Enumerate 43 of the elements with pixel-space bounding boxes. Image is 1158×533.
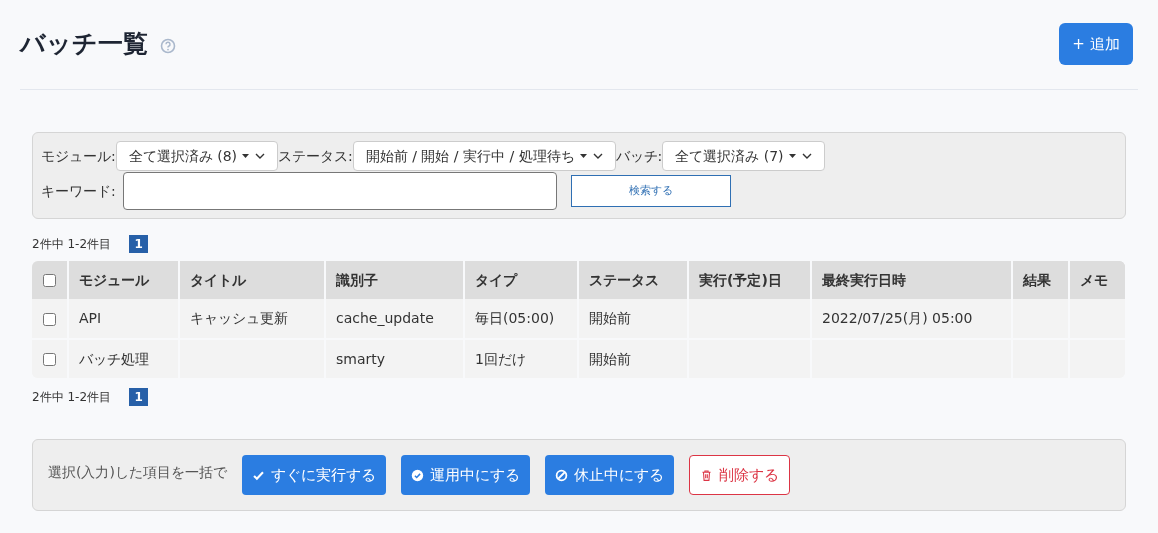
caret-icon bbox=[787, 151, 812, 161]
table-cell: smarty bbox=[325, 339, 464, 378]
module-label: モジュール: bbox=[41, 146, 116, 166]
checkbox[interactable] bbox=[43, 312, 56, 326]
column-header: 識別子 bbox=[325, 261, 464, 299]
result-count: 2件中 1-2件目 bbox=[32, 389, 112, 406]
prohibit-icon bbox=[554, 468, 568, 482]
keyword-label: キーワード: bbox=[41, 181, 116, 201]
trash-icon bbox=[699, 468, 713, 482]
status-label: ステータス: bbox=[278, 146, 353, 166]
table-cell: 開始前 bbox=[578, 339, 688, 378]
column-header: タイプ bbox=[464, 261, 578, 299]
table-cell: バッチ処理 bbox=[68, 339, 179, 378]
check-circle-icon bbox=[410, 468, 424, 482]
table-cell: 1回だけ bbox=[464, 339, 578, 378]
result-count: 2件中 1-2件目 bbox=[32, 236, 112, 253]
caret-icon bbox=[241, 151, 265, 161]
batch-dropdown[interactable]: 全て選択済み (7) bbox=[662, 141, 825, 171]
column-header: メモ bbox=[1069, 261, 1125, 299]
bulk-action-label: 選択(入力)した項目を一括で bbox=[48, 463, 227, 482]
module-dropdown[interactable]: 全て選択済み (8) bbox=[115, 141, 278, 171]
run-now-button[interactable]: すぐに実行する bbox=[241, 455, 386, 495]
batch-label: バッチ: bbox=[615, 146, 663, 166]
page-title: バッチ一覧 bbox=[20, 28, 148, 60]
add-button[interactable]: + 追加 bbox=[1059, 23, 1133, 65]
delete-button[interactable]: 削除する bbox=[688, 455, 790, 495]
search-button[interactable]: 検索する bbox=[570, 175, 731, 207]
column-header: タイトル bbox=[179, 261, 325, 299]
help-icon bbox=[160, 38, 176, 54]
keyword-field[interactable] bbox=[122, 172, 557, 210]
column-header: 結果 bbox=[1012, 261, 1069, 299]
column-header: モジュール bbox=[68, 261, 179, 299]
column-header: ステータス bbox=[578, 261, 688, 299]
column-header: 実行(予定)日 bbox=[688, 261, 811, 299]
enable-button[interactable]: 運用中にする bbox=[400, 455, 530, 495]
checkbox[interactable] bbox=[43, 353, 56, 366]
caret-icon bbox=[578, 151, 603, 161]
column-header: 最終実行日時 bbox=[811, 261, 1012, 299]
status-dropdown[interactable]: 開始前 / 開始 / 実行中 / 処理待ち bbox=[352, 141, 616, 171]
page-button[interactable]: 1 bbox=[129, 388, 149, 406]
page-button[interactable]: 1 bbox=[129, 235, 149, 253]
checkbox[interactable] bbox=[43, 274, 56, 287]
pause-button[interactable]: 休止中にする bbox=[544, 455, 674, 495]
